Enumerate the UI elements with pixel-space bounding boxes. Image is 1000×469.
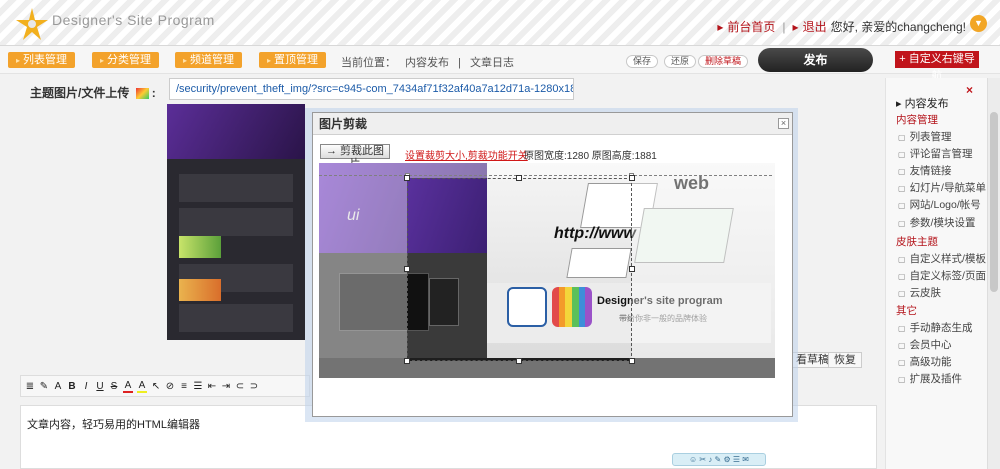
sidebar-group-skin: 皮肤主题 — [896, 236, 938, 248]
font-color-icon[interactable]: A — [123, 380, 133, 393]
sidebar-item-static[interactable]: 手动静态生成 — [898, 320, 973, 335]
sidebar-item-cloud-skin[interactable]: 云皮肤 — [898, 285, 942, 300]
crop-selection[interactable] — [407, 178, 632, 361]
link-icon[interactable]: ⊂ — [235, 381, 245, 392]
preview-thumb — [179, 236, 221, 258]
upload-label-text: 主题图片/文件上传 — [30, 86, 130, 100]
crop-handle-e[interactable] — [629, 266, 635, 272]
tab-category-manage[interactable]: 分类管理 — [92, 52, 160, 68]
floating-mini-toolbar[interactable]: ☺ ✂ ♪ ✎ ⚙ ☰ ✉ — [672, 453, 766, 466]
sidebar-item-list[interactable]: 列表管理 — [898, 129, 952, 144]
crop-handle-nw[interactable] — [404, 175, 410, 181]
scrollbar-thumb[interactable] — [990, 112, 998, 292]
upload-url-input[interactable]: /security/prevent_theft_img/?src=c945-co… — [169, 78, 574, 100]
preview-banner — [167, 104, 305, 159]
publish-button[interactable]: 发布 — [758, 48, 873, 72]
source-icon[interactable]: ≣ — [25, 381, 35, 392]
delete-draft-button[interactable]: 删除草稿 — [698, 55, 749, 68]
crop-handle-ne[interactable] — [629, 175, 635, 181]
highlight-icon[interactable]: A — [137, 380, 147, 393]
logo-text: Designer's Site Program — [52, 12, 215, 28]
indent-icon[interactable]: ⇥ — [221, 381, 231, 392]
breadcrumb-item[interactable]: 文章日志 — [470, 57, 514, 69]
unlink-icon[interactable]: ⊃ — [249, 381, 259, 392]
chevron-down-icon[interactable]: ▼ — [970, 15, 987, 32]
home-link[interactable]: 前台首页 — [727, 18, 775, 35]
preview-thumb — [179, 279, 221, 301]
align-icon[interactable]: ≡ — [179, 381, 189, 392]
custom-nav-button[interactable]: + 自定义右键导航 — [895, 51, 979, 82]
sidebar-item-site[interactable]: 网站/Logo/帐号 — [898, 197, 981, 212]
editor-content: 文章内容，轻巧易用的HTML编辑器 — [27, 419, 200, 431]
format-icon[interactable]: ✎ — [39, 381, 49, 392]
breadcrumb-item[interactable]: 内容发布 — [405, 57, 449, 69]
sidebar-item-tags[interactable]: 自定义标签/页面 — [898, 268, 986, 283]
crop-canvas[interactable]: ui web http://www Designer's site progra… — [319, 163, 775, 378]
sidebar-item-styles[interactable]: 自定义样式/模板 — [898, 251, 986, 266]
crop-shade — [632, 163, 775, 378]
dialog-title[interactable]: 图片剪裁 — [313, 113, 792, 135]
close-icon[interactable]: × — [966, 83, 973, 97]
tab-list-manage[interactable]: 列表管理 — [8, 52, 76, 68]
uploaded-image-preview — [167, 104, 305, 340]
editor-toolbar: ≣ ✎ A B I U S A A ↖ ⊘ ≡ ☰ ⇤ ⇥ ⊂ ⊃ — [20, 375, 310, 397]
crop-handle-s[interactable] — [516, 358, 522, 364]
sidebar-item-params[interactable]: 参数/模块设置 — [898, 215, 976, 230]
font-icon[interactable]: A — [53, 381, 63, 392]
logout-link[interactable]: 退出 — [803, 18, 827, 35]
select-icon[interactable]: ↖ — [151, 381, 161, 392]
crop-handle-se[interactable] — [629, 358, 635, 364]
recover-button[interactable]: 恢复 — [828, 352, 862, 368]
crop-settings-link[interactable]: 设置裁剪大小,剪裁功能开关 — [405, 147, 528, 162]
preview-row — [179, 304, 293, 332]
bold-icon[interactable]: B — [67, 381, 77, 392]
breadcrumb-separator: | — [458, 57, 461, 69]
sidebar-group-other: 其它 — [896, 305, 917, 317]
crop-image-button[interactable]: → 剪裁此图片 — [320, 144, 390, 170]
preview-row — [179, 174, 293, 202]
page-scrollbar[interactable] — [987, 78, 1000, 469]
crop-handle-n[interactable] — [516, 175, 522, 181]
top-header: Designer's Site Program ▸ 前台首页 | ▸ 退出 您好… — [0, 0, 1000, 46]
crop-handle-w[interactable] — [404, 266, 410, 272]
strikethrough-icon[interactable]: S — [109, 381, 119, 392]
sidebar-group-content: 内容管理 — [896, 114, 938, 126]
logo-star-icon — [16, 8, 48, 40]
italic-icon[interactable]: I — [81, 381, 91, 392]
close-icon[interactable]: × — [778, 118, 789, 129]
upload-label: 主题图片/文件上传 : — [30, 86, 156, 100]
restore-button[interactable]: 还原 — [664, 55, 697, 68]
tab-pin-manage[interactable]: 置顶管理 — [259, 52, 327, 68]
sidebar-title-text: 内容发布 — [904, 98, 949, 110]
breadcrumb: 当前位置： 内容发布 | 文章日志 — [341, 54, 520, 70]
clear-format-icon[interactable]: ⊘ — [165, 381, 175, 392]
save-button[interactable]: 保存 — [626, 55, 659, 68]
list-icon[interactable]: ☰ — [193, 381, 203, 392]
right-sidebar: × ▸ 内容发布 内容管理 列表管理 评论留言管理 友情链接 幻灯片/导航菜单 … — [885, 78, 987, 469]
tab-channel-manage[interactable]: 频道管理 — [175, 52, 243, 68]
preview-row — [179, 208, 293, 236]
crop-shade — [319, 163, 407, 378]
greeting-text: 您好, 亲爱的changcheng! — [830, 20, 966, 34]
crop-handle-sw[interactable] — [404, 358, 410, 364]
outdent-icon[interactable]: ⇤ — [207, 381, 217, 392]
sidebar-item-plugins[interactable]: 扩展及插件 — [898, 371, 963, 386]
sidebar-item-comments[interactable]: 评论留言管理 — [898, 146, 973, 161]
sidebar-item-links[interactable]: 友情链接 — [898, 163, 952, 178]
separator: | — [782, 19, 786, 34]
user-area: ▸ 前台首页 | ▸ 退出 您好, 亲爱的changcheng! — [717, 18, 966, 35]
sidebar-title: ▸ 内容发布 — [896, 98, 949, 110]
home-arrow-icon: ▸ — [717, 19, 724, 34]
sidebar-item-slides[interactable]: 幻灯片/导航菜单 — [898, 180, 986, 195]
underline-icon[interactable]: U — [95, 381, 105, 392]
image-upload-icon[interactable] — [135, 88, 149, 100]
sidebar-item-members[interactable]: 会员中心 — [898, 337, 952, 352]
breadcrumb-label: 当前位置： — [341, 57, 396, 69]
logout-arrow-icon: ▸ — [792, 19, 799, 34]
image-crop-dialog: 图片剪裁 × → 剪裁此图片 设置裁剪大小,剪裁功能开关 原图宽度:1280 原… — [312, 112, 793, 417]
sidebar-item-advanced[interactable]: 高级功能 — [898, 354, 952, 369]
image-dimensions: 原图宽度:1280 原图高度:1881 — [524, 151, 657, 162]
